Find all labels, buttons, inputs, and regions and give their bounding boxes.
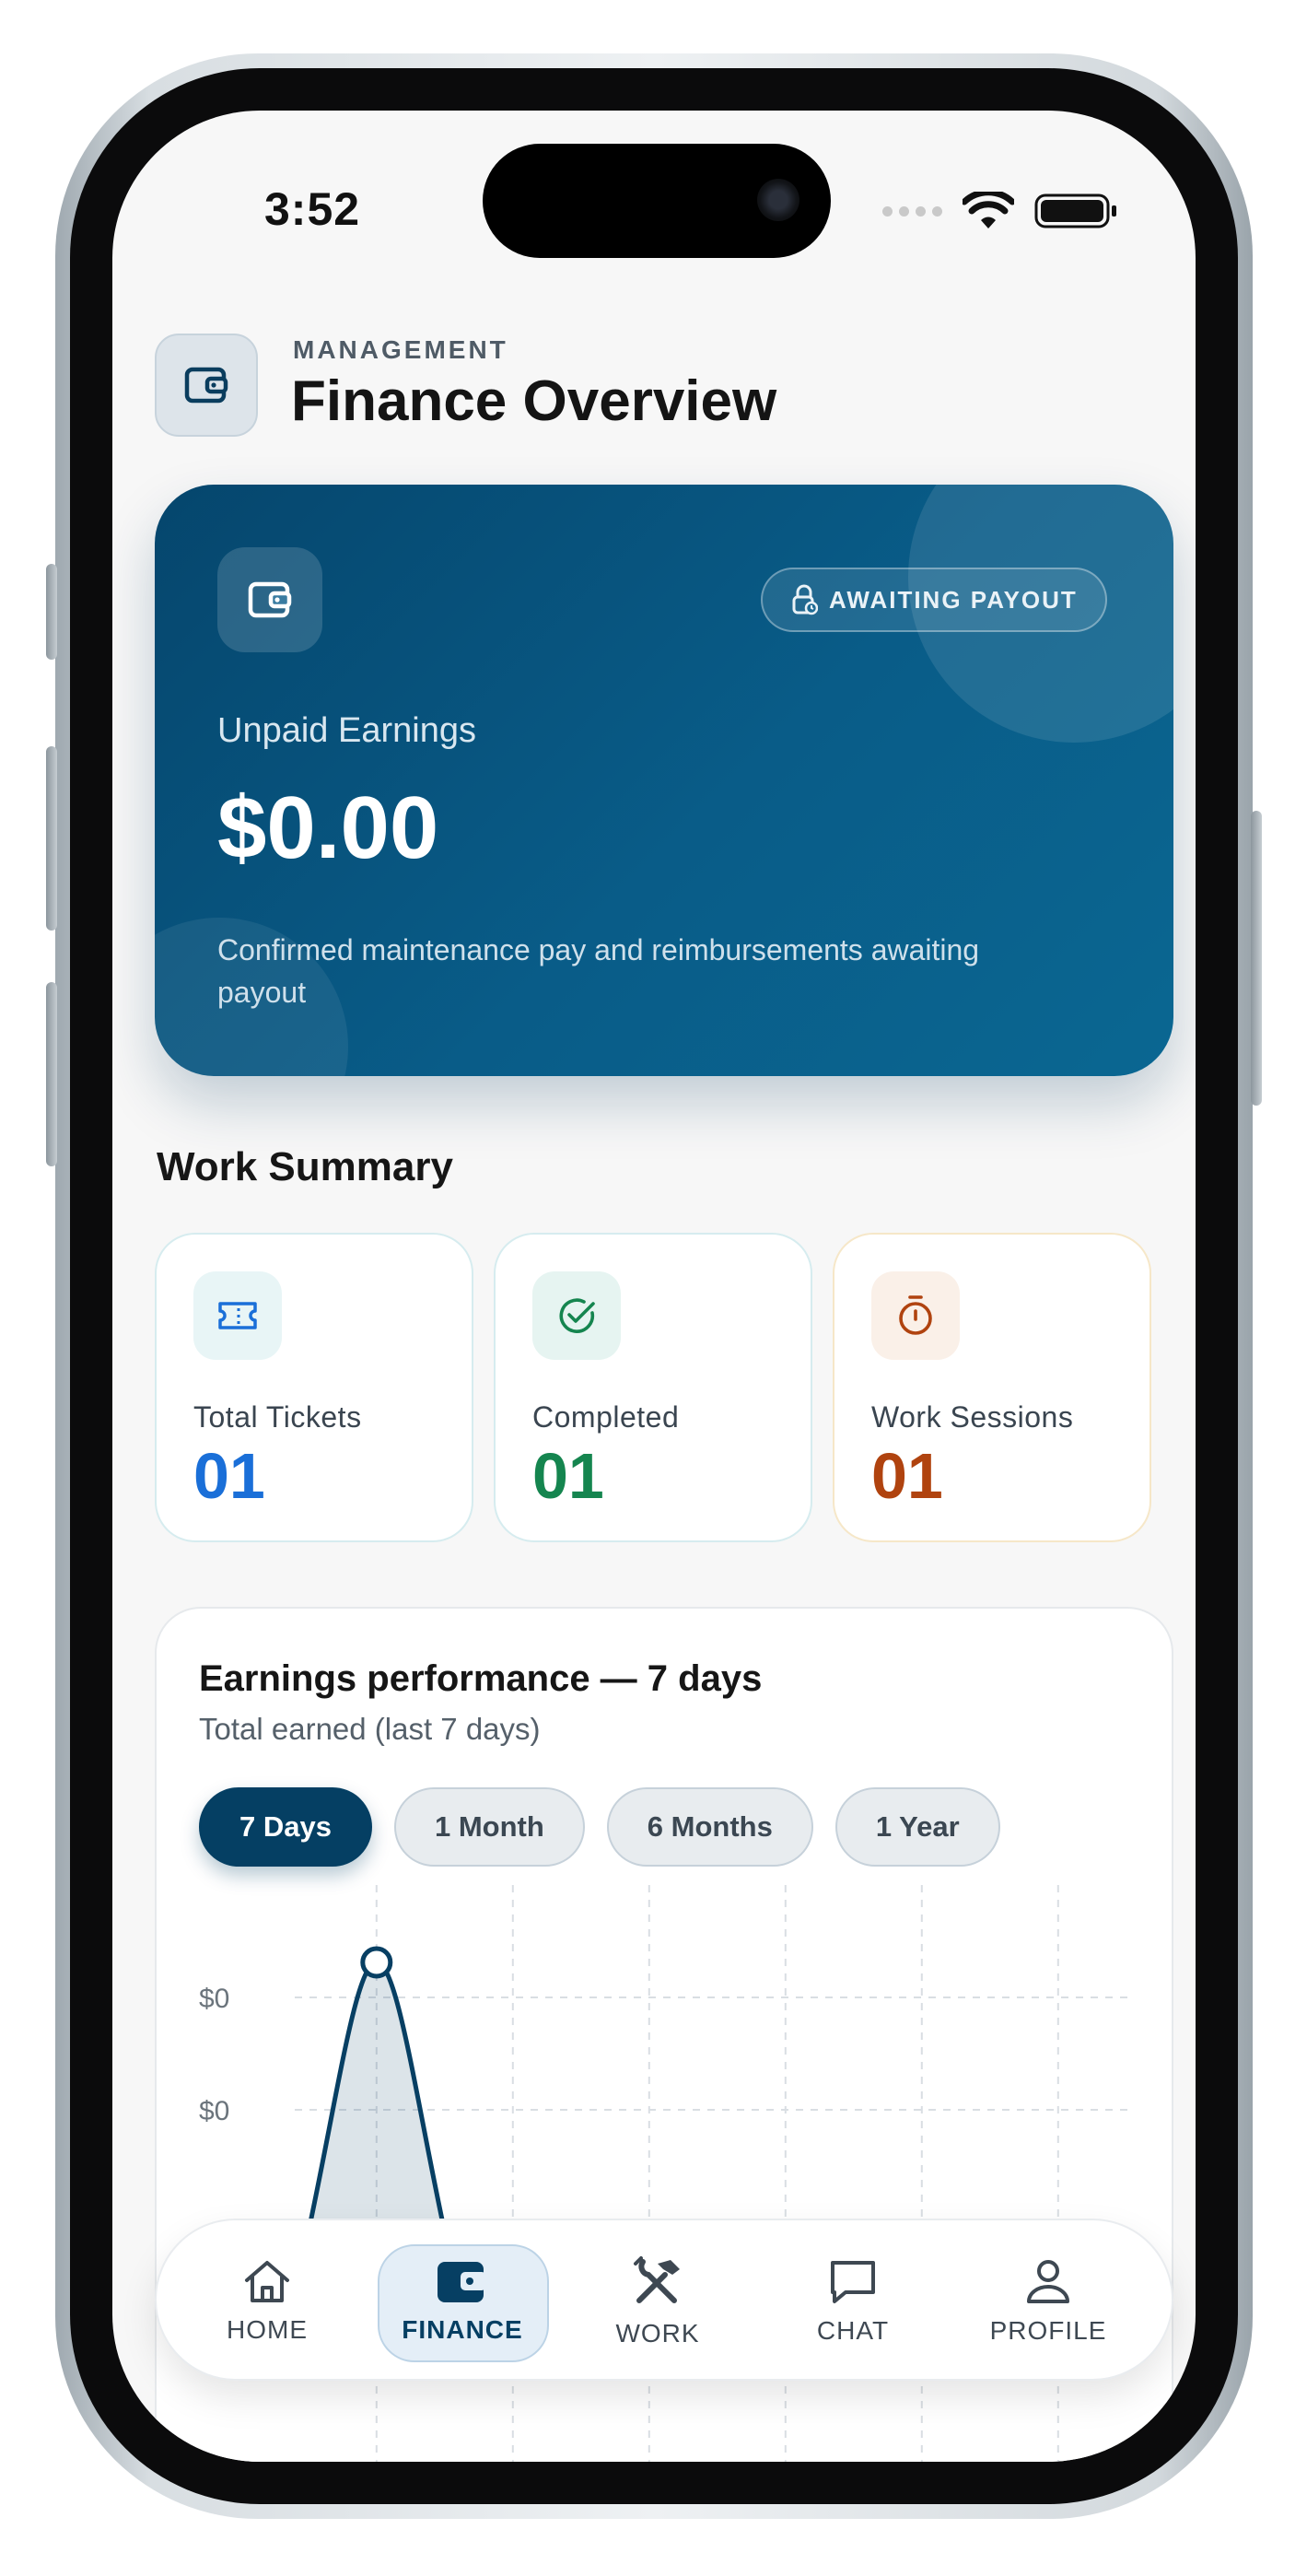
status-time: 3:52 — [264, 183, 361, 235]
stat-value: 01 — [871, 1440, 943, 1512]
nav-item-home[interactable]: HOME — [169, 2220, 365, 2383]
nav-label: FINANCE — [402, 2315, 523, 2344]
y-tick-label: $0 — [199, 2096, 229, 2126]
lock-clock-icon — [792, 584, 818, 615]
chart-grid — [295, 1996, 1133, 2111]
nav-label: HOME — [227, 2315, 308, 2344]
home-icon — [245, 2261, 289, 2302]
profile-icon — [1027, 2260, 1069, 2303]
range-selector: 7 Days 1 Month 6 Months 1 Year — [199, 1787, 1000, 1867]
chart-title: Earnings performance — 7 days — [199, 1658, 763, 1699]
cellular-signal-icon — [882, 205, 942, 217]
range-chip-6-months[interactable]: 6 Months — [606, 1787, 813, 1867]
tools-icon — [634, 2256, 680, 2303]
work-summary-title: Work Summary — [157, 1144, 453, 1189]
chart-subtitle: Total earned (last 7 days) — [199, 1712, 541, 1746]
unpaid-earnings-amount: $0.00 — [217, 779, 439, 877]
header-eyebrow: MANAGEMENT — [293, 335, 508, 364]
wifi-icon — [963, 192, 1014, 228]
data-point[interactable] — [360, 1946, 393, 1979]
volume-up-button — [46, 746, 57, 931]
awaiting-payout-badge: AWAITING PAYOUT — [761, 568, 1107, 632]
stopwatch-icon — [871, 1271, 960, 1360]
stat-card-completed[interactable]: Completed 01 — [494, 1233, 812, 1542]
wallet-icon — [217, 547, 322, 652]
nav-item-chat[interactable]: CHAT — [755, 2220, 951, 2383]
front-camera — [757, 179, 799, 221]
stat-label: Work Sessions — [871, 1400, 1074, 1434]
stat-value: 01 — [193, 1440, 265, 1512]
wallet-icon — [438, 2262, 486, 2302]
battery-icon — [1034, 193, 1116, 228]
range-chip-1-month[interactable]: 1 Month — [393, 1787, 585, 1867]
dynamic-island — [483, 144, 831, 258]
action-button — [46, 564, 57, 660]
check-circle-icon — [532, 1271, 621, 1360]
nav-label: PROFILE — [989, 2316, 1107, 2345]
chat-icon — [831, 2261, 875, 2303]
status-indicators — [882, 192, 1119, 230]
stat-label: Total Tickets — [193, 1400, 362, 1434]
page-title: Finance Overview — [291, 369, 777, 433]
nav-item-work[interactable]: WORK — [560, 2220, 755, 2383]
nav-label: CHAT — [816, 2316, 890, 2345]
y-tick-label: $0 — [199, 1984, 229, 2014]
bottom-navigation: HOME FINANCE WORK CHAT PROFILE — [155, 2219, 1173, 2381]
badge-label: AWAITING PAYOUT — [829, 585, 1078, 614]
nav-label: WORK — [615, 2319, 700, 2348]
unpaid-earnings-label: Unpaid Earnings — [217, 711, 476, 750]
power-button — [1251, 811, 1262, 1106]
stat-card-total-tickets[interactable]: Total Tickets 01 — [155, 1233, 473, 1542]
header-wallet-icon — [155, 334, 258, 437]
volume-down-button — [46, 982, 57, 1166]
nav-item-profile[interactable]: PROFILE — [951, 2220, 1146, 2383]
nav-item-finance[interactable]: FINANCE — [365, 2220, 560, 2383]
stat-label: Completed — [532, 1400, 680, 1434]
ticket-icon — [193, 1271, 282, 1360]
stat-card-work-sessions[interactable]: Work Sessions 01 — [833, 1233, 1151, 1542]
unpaid-earnings-description: Confirmed maintenance pay and reimbursem… — [217, 933, 980, 1009]
range-chip-1-year[interactable]: 1 Year — [834, 1787, 1000, 1867]
range-chip-7-days[interactable]: 7 Days — [199, 1787, 372, 1867]
unpaid-earnings-card: AWAITING PAYOUT Unpaid Earnings $0.00 Co… — [155, 485, 1173, 1076]
stat-value: 01 — [532, 1440, 604, 1512]
app-screen: 3:52 MANAGEMENT Finance Overview AWAITIN… — [112, 111, 1196, 2462]
